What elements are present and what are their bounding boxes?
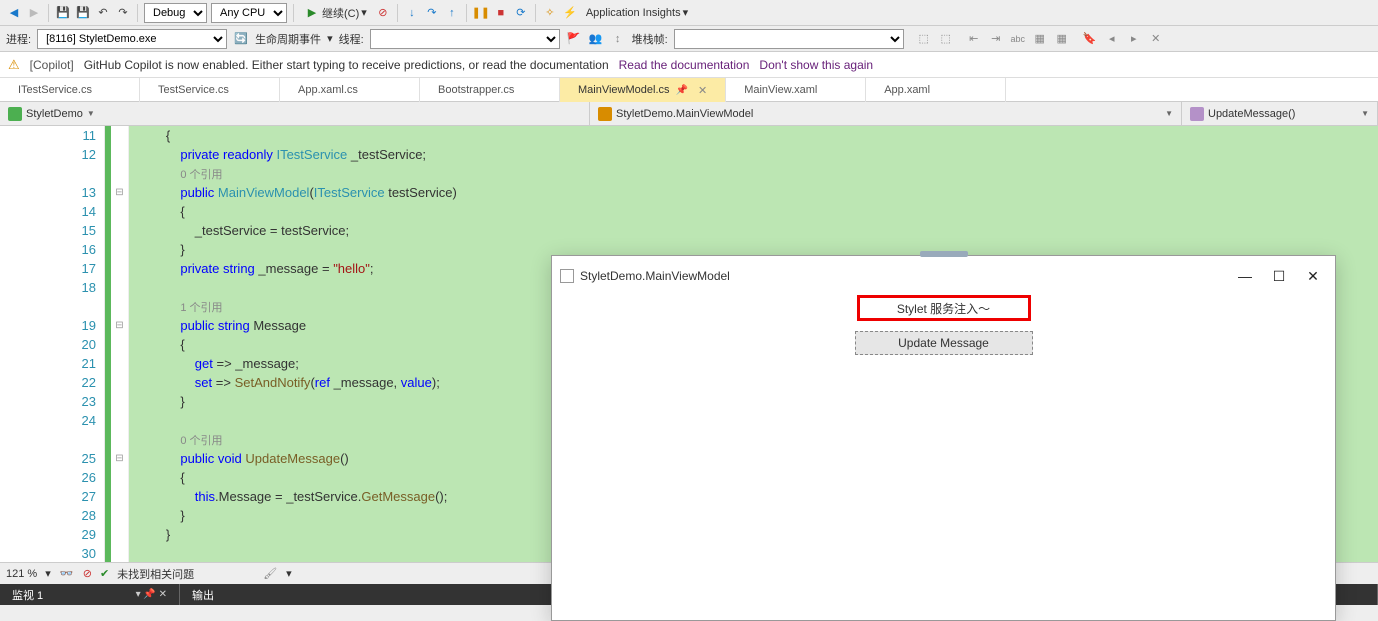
main-toolbar: ◀ ▶ 💾 💾 ↶ ↷ Debug Any CPU ▶继续(C) ▾ ⊘ ↓ ↷…: [0, 0, 1378, 26]
dismiss-link[interactable]: Don't show this again: [759, 58, 873, 72]
method-icon: [1190, 107, 1204, 121]
stop-debug-icon[interactable]: ⊘: [375, 5, 391, 21]
indent-left-icon[interactable]: ⇤: [966, 31, 982, 47]
restart-icon[interactable]: ⟳: [513, 5, 529, 21]
watch-panel-tab[interactable]: 监视 1 ▾ 📌 ✕: [0, 584, 180, 605]
uncomment-icon[interactable]: ▦: [1054, 31, 1070, 47]
class-icon: [598, 107, 612, 121]
app-titlebar[interactable]: StyletDemo.MainViewModel — ☐ ✕: [552, 261, 1335, 291]
app-icon: [560, 269, 574, 283]
step-into-icon[interactable]: ↓: [404, 5, 420, 21]
lightning-icon[interactable]: ⚡: [562, 5, 578, 21]
play-icon: ▶: [304, 5, 320, 21]
tab-bootstrapper-cs[interactable]: Bootstrapper.cs: [420, 78, 560, 102]
ok-icon: ✔: [100, 567, 109, 580]
error-count-icon[interactable]: ⊘: [83, 567, 92, 580]
pause-icon[interactable]: ❚❚: [473, 5, 489, 21]
thread-dropdown[interactable]: [370, 29, 560, 49]
lifecycle-icon[interactable]: 🔄: [233, 31, 249, 47]
copilot-tag: [Copilot]: [30, 58, 74, 72]
app-title-text: StyletDemo.MainViewModel: [580, 269, 730, 283]
member-nav-bar: StyletDemo ▼ StyletDemo.MainViewModel ▼ …: [0, 102, 1378, 126]
copilot-notification: ⚠ [Copilot] GitHub Copilot is now enable…: [0, 52, 1378, 78]
issues-text: 未找到相关问题: [117, 566, 194, 582]
tab-app-xaml[interactable]: App.xaml: [866, 78, 1006, 102]
line-number-gutter: 1112131415161718192021222324252627282930: [0, 126, 105, 562]
maximize-button[interactable]: ☐: [1265, 265, 1293, 287]
minimize-button[interactable]: —: [1231, 265, 1259, 287]
message-label: Stylet 服务注入～: [857, 295, 1031, 321]
csharp-project-icon: [8, 107, 22, 121]
flag-icon[interactable]: 🚩: [566, 31, 582, 47]
process-label: 进程:: [6, 31, 31, 47]
indent-right-icon[interactable]: ⇥: [988, 31, 1004, 47]
next-bookmark-icon[interactable]: ▸: [1126, 31, 1142, 47]
step-over-icon[interactable]: ↷: [424, 5, 440, 21]
prev-bookmark-icon[interactable]: ◂: [1104, 31, 1120, 47]
save-icon[interactable]: 💾: [55, 5, 71, 21]
save-all-icon[interactable]: 💾: [75, 5, 91, 21]
back-icon[interactable]: ◀: [6, 5, 22, 21]
lifecycle-label: 生命周期事件: [255, 31, 321, 47]
dock-handle[interactable]: [920, 251, 968, 257]
info-icon: ⚠: [8, 57, 20, 73]
hex-icon[interactable]: ⬚: [916, 31, 932, 47]
clear-bookmark-icon[interactable]: ✕: [1148, 31, 1164, 47]
running-app-window: StyletDemo.MainViewModel — ☐ ✕ Stylet 服务…: [551, 255, 1336, 621]
process-dropdown[interactable]: [8116] StyletDemo.exe: [37, 29, 227, 49]
forward-icon: ▶: [26, 5, 42, 21]
update-message-button[interactable]: Update Message: [855, 331, 1033, 355]
comment-icon[interactable]: ▦: [1032, 31, 1048, 47]
undo-icon[interactable]: ↶: [95, 5, 111, 21]
continue-button[interactable]: ▶继续(C) ▾: [300, 5, 371, 21]
bookmark-icon[interactable]: 🔖: [1082, 31, 1098, 47]
editor-tabs: ITestService.csTestService.csApp.xaml.cs…: [0, 78, 1378, 102]
thread-label: 线程:: [339, 31, 364, 47]
tab-app-xaml-cs[interactable]: App.xaml.cs: [280, 78, 420, 102]
app-insights-button[interactable]: Application Insights ▾: [582, 6, 692, 19]
read-docs-link[interactable]: Read the documentation: [619, 58, 750, 72]
member-nav[interactable]: UpdateMessage() ▼: [1182, 102, 1378, 125]
copilot-msg: GitHub Copilot is now enabled. Either st…: [84, 58, 609, 72]
debug-process-bar: 进程: [8116] StyletDemo.exe 🔄 生命周期事件 ▾ 线程:…: [0, 26, 1378, 52]
filter-icon[interactable]: ↕: [610, 31, 626, 47]
threads-icon[interactable]: 👥: [588, 31, 604, 47]
tab-testservice-cs[interactable]: TestService.cs: [140, 78, 280, 102]
redo-icon[interactable]: ↷: [115, 5, 131, 21]
tab-mainviewmodel-cs[interactable]: MainViewModel.cs📌✕: [560, 78, 726, 102]
brush-icon[interactable]: 🖌: [262, 566, 278, 582]
abc-icon[interactable]: abc: [1010, 31, 1026, 47]
config-dropdown[interactable]: Debug: [144, 3, 207, 23]
spark-icon[interactable]: ✧: [542, 5, 558, 21]
stack-dropdown[interactable]: [674, 29, 904, 49]
stack-label: 堆栈帧:: [632, 31, 668, 47]
hex2-icon[interactable]: ⬚: [938, 31, 954, 47]
project-nav[interactable]: StyletDemo ▼: [0, 102, 590, 125]
close-button[interactable]: ✕: [1299, 265, 1327, 287]
fold-column[interactable]: ⊟⊟⊟: [111, 126, 129, 562]
tab-mainview-xaml[interactable]: MainView.xaml: [726, 78, 866, 102]
tab-itestservice-cs[interactable]: ITestService.cs: [0, 78, 140, 102]
class-nav[interactable]: StyletDemo.MainViewModel ▼: [590, 102, 1182, 125]
stop-icon[interactable]: ■: [493, 5, 509, 21]
app-client-area: Stylet 服务注入～ Update Message: [552, 291, 1335, 355]
step-out-icon[interactable]: ↑: [444, 5, 460, 21]
zoom-level[interactable]: 121 %: [6, 568, 37, 580]
glasses-icon[interactable]: 👓: [59, 566, 75, 582]
platform-dropdown[interactable]: Any CPU: [211, 3, 287, 23]
